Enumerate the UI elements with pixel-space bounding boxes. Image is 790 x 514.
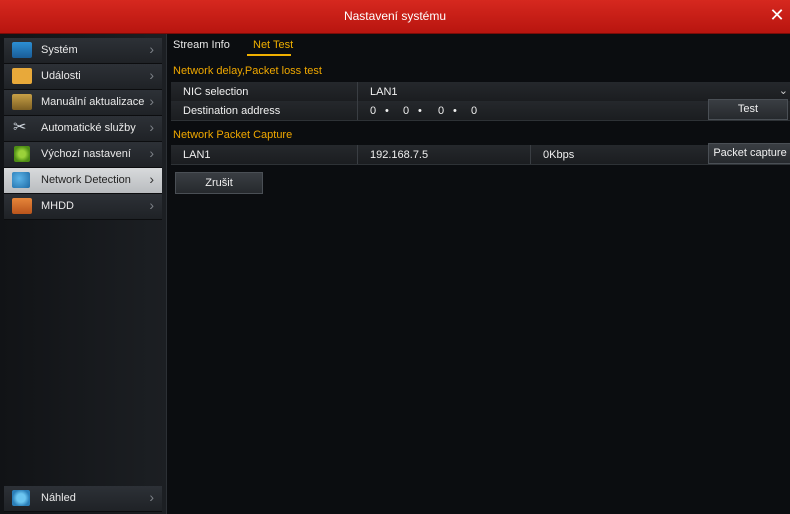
ip-octet: 0 xyxy=(403,105,410,117)
section-title-net-test: Network delay,Packet loss test xyxy=(173,65,322,77)
tab-net-test[interactable]: Net Test xyxy=(253,39,293,51)
tools-icon xyxy=(12,117,32,137)
sidebar-item-preview[interactable]: Náhled › xyxy=(4,486,162,512)
ip-separator: • xyxy=(453,105,457,117)
preview-icon xyxy=(12,490,30,506)
destination-address-label: Destination address xyxy=(183,105,281,117)
sidebar-item-label: Systém xyxy=(41,44,78,56)
sidebar-item-manual-update[interactable]: Manuální aktualizace › xyxy=(4,90,162,116)
window-title: Nastavení systému xyxy=(343,9,447,23)
chevron-right-icon: › xyxy=(149,41,154,57)
tab-stream-info[interactable]: Stream Info xyxy=(173,39,230,51)
sidebar-item-label: Network Detection xyxy=(41,174,131,186)
active-tab-indicator xyxy=(247,54,291,56)
ip-octet: 0 xyxy=(471,105,478,117)
cancel-button[interactable]: Zrušit xyxy=(175,172,263,194)
sidebar-item-mhdd[interactable]: MHDD › xyxy=(4,194,162,220)
nic-selection-row: NIC selection LAN1 ⌄ xyxy=(171,82,790,102)
title-bar: Nastavení systému ✕ xyxy=(0,0,790,34)
ip-separator: • xyxy=(385,105,389,117)
sidebar: Systém › Události › Manuální aktualizace… xyxy=(0,34,167,514)
destination-address-row: Destination address 0 • 0 • 0 • 0 Test xyxy=(171,99,790,121)
ip-address-input[interactable]: 0 • 0 • 0 • 0 xyxy=(358,101,703,120)
nic-selection-label: NIC selection xyxy=(183,86,249,98)
packet-capture-button[interactable]: Packet capture xyxy=(708,143,790,164)
sidebar-item-label: MHDD xyxy=(41,200,74,212)
sidebar-item-system[interactable]: Systém › xyxy=(4,38,162,64)
capture-ip-value: 192.168.7.5 xyxy=(370,149,429,161)
capture-nic-label: LAN1 xyxy=(183,149,211,161)
packet-capture-row: LAN1 192.168.7.5 0Kbps Packet capture xyxy=(171,143,790,165)
sidebar-item-label: Výchozí nastavení xyxy=(41,148,131,160)
nic-select-value: LAN1 xyxy=(370,86,398,98)
sidebar-item-events[interactable]: Události › xyxy=(4,64,162,90)
chevron-right-icon: › xyxy=(149,119,154,135)
chevron-right-icon: › xyxy=(149,171,154,187)
chevron-down-icon: ⌄ xyxy=(778,85,788,97)
sidebar-item-default-settings[interactable]: Výchozí nastavení › xyxy=(4,142,162,168)
disk-icon xyxy=(12,198,32,214)
sidebar-item-label: Manuální aktualizace xyxy=(41,96,145,108)
sidebar-item-label: Automatické služby xyxy=(41,122,136,134)
events-icon xyxy=(12,68,32,84)
chevron-right-icon: › xyxy=(149,93,154,109)
chevron-right-icon: › xyxy=(149,145,154,161)
chevron-right-icon: › xyxy=(149,197,154,213)
chevron-right-icon: › xyxy=(149,489,154,505)
section-title-packet-capture: Network Packet Capture xyxy=(173,129,293,141)
divider xyxy=(530,145,531,164)
ip-separator: • xyxy=(418,105,422,117)
main-panel: Stream Info Net Test Network delay,Packe… xyxy=(167,34,790,514)
network-icon xyxy=(12,172,30,188)
sidebar-item-label: Události xyxy=(41,70,81,82)
sidebar-item-auto-services[interactable]: Automatické služby › xyxy=(4,116,162,142)
divider xyxy=(357,145,358,164)
close-icon[interactable]: ✕ xyxy=(768,4,786,26)
test-button[interactable]: Test xyxy=(708,99,788,120)
ip-octet: 0 xyxy=(370,105,377,117)
default-icon xyxy=(14,146,30,162)
update-icon xyxy=(12,94,32,110)
monitor-icon xyxy=(12,42,32,58)
sidebar-item-network-detection[interactable]: Network Detection › xyxy=(4,168,162,194)
chevron-right-icon: › xyxy=(149,67,154,83)
capture-rate-value: 0Kbps xyxy=(543,149,575,161)
sidebar-item-label: Náhled xyxy=(41,492,76,504)
ip-octet: 0 xyxy=(438,105,445,117)
